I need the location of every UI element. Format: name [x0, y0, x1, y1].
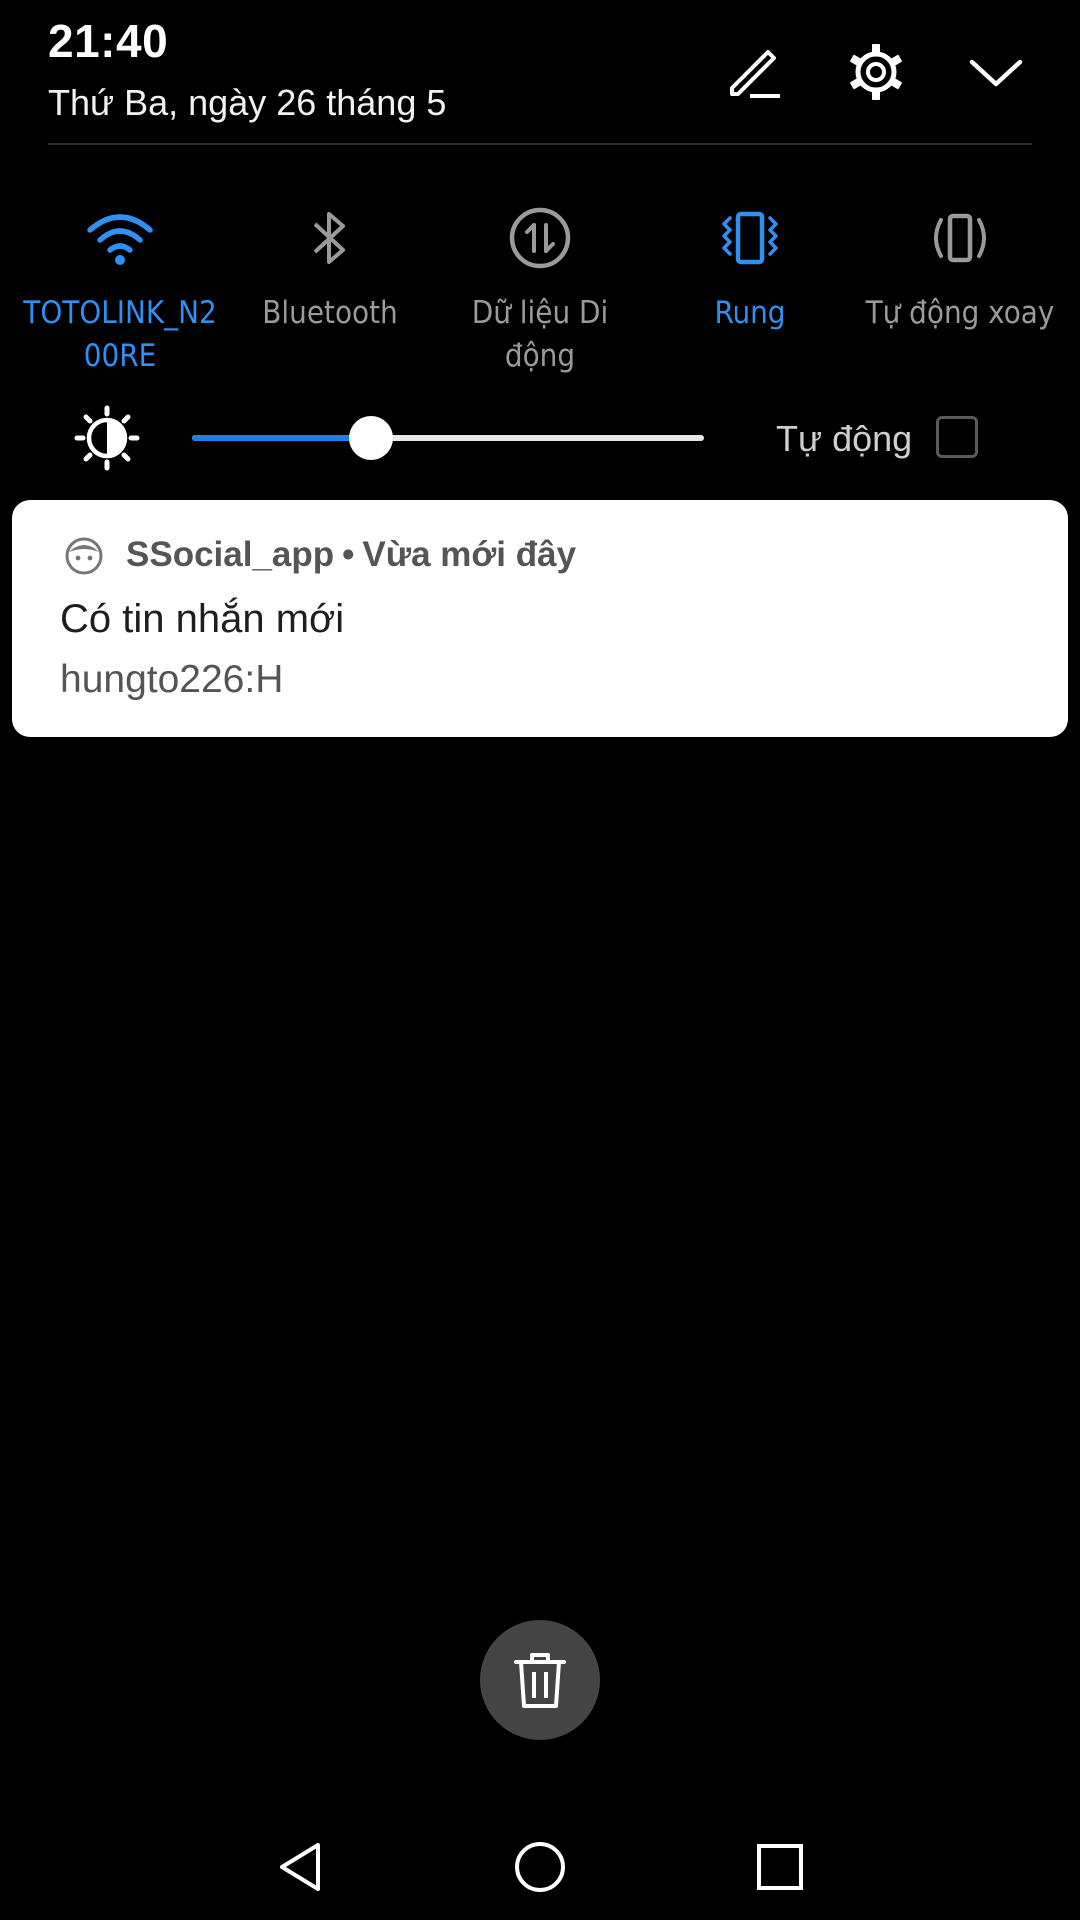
clock: 21:40 [48, 15, 169, 67]
gear-icon [850, 44, 902, 100]
toggle-bluetooth-label: Bluetooth [262, 295, 398, 331]
toggle-vibrate-label: Rung [714, 295, 786, 331]
auto-rotate-icon [922, 200, 998, 276]
brightness-thumb[interactable] [349, 416, 393, 460]
notification-body: hungto226:H [60, 658, 284, 701]
toggle-bluetooth[interactable]: Bluetooth [225, 200, 435, 335]
brightness-icon [74, 405, 140, 471]
settings-button[interactable] [844, 40, 908, 104]
notification-time: Vừa mới đây [362, 535, 577, 574]
toggle-vibrate[interactable]: Rung [645, 200, 855, 335]
toggle-auto-rotate[interactable]: Tự động xoay [855, 200, 1065, 335]
date-label: Thứ Ba, ngày 26 tháng 5 [48, 82, 447, 123]
header-divider [48, 143, 1032, 145]
toggle-auto-rotate-label: Tự động xoay [865, 295, 1055, 331]
recents-square-icon [757, 1844, 803, 1890]
nav-recents-button[interactable] [745, 1832, 815, 1902]
toggle-wifi-label: TOTOLINK_N2 00RE [23, 295, 217, 374]
clear-all-button[interactable] [480, 1620, 600, 1740]
chevron-down-icon [969, 59, 1023, 87]
vibrate-icon [712, 200, 788, 276]
toggle-mobile-data[interactable]: Dữ liệu Di động [435, 200, 645, 378]
auto-brightness-label: Tự động [776, 418, 913, 459]
notification-title: Có tin nhắn mới [60, 597, 345, 641]
app-face-icon [64, 536, 104, 576]
wifi-icon [82, 200, 158, 276]
bluetooth-icon [292, 200, 368, 276]
notification-header: SSocial_app • Vừa mới đây [126, 535, 576, 575]
pencil-icon [730, 50, 780, 98]
collapse-button[interactable] [964, 40, 1028, 104]
edit-button[interactable] [722, 40, 786, 104]
back-triangle-icon [280, 1843, 320, 1891]
toggle-wifi[interactable]: TOTOLINK_N2 00RE [15, 200, 225, 378]
notification-app-name: SSocial_app [126, 535, 335, 574]
brightness-fill [192, 435, 371, 441]
home-circle-icon [515, 1842, 565, 1892]
notification-separator: • [342, 535, 355, 574]
trash-icon [514, 1653, 566, 1708]
nav-home-button[interactable] [505, 1832, 575, 1902]
toggle-mobile-data-label: Dữ liệu Di động [471, 295, 609, 374]
brightness-slider[interactable] [192, 416, 704, 460]
auto-brightness-checkbox[interactable] [936, 416, 978, 458]
mobile-data-icon [502, 200, 578, 276]
nav-back-button[interactable] [265, 1832, 335, 1902]
